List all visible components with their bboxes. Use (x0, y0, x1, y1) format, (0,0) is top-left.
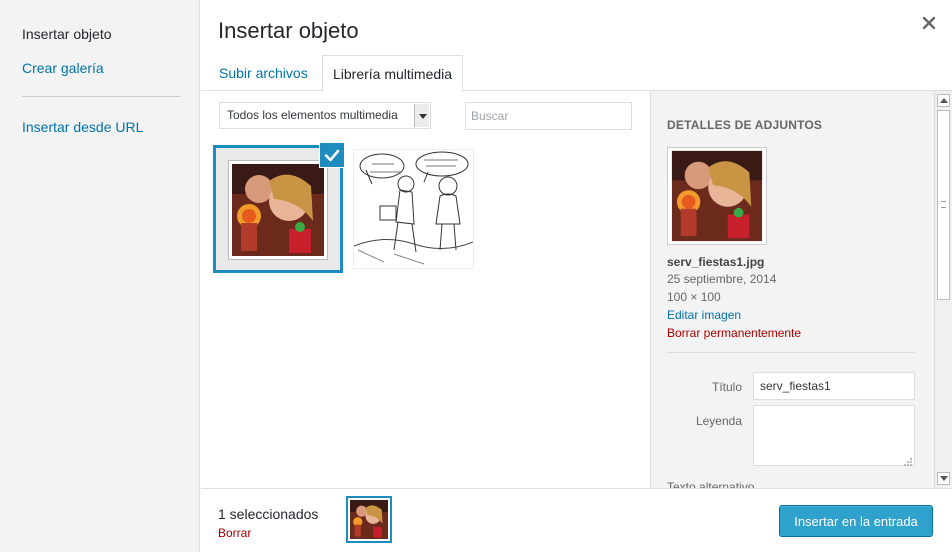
attachment-thumbnail[interactable] (353, 149, 474, 269)
attachment-filename: serv_fiestas1.jpg (667, 255, 765, 269)
media-footer: 1 seleccionados Borrar Insertar en la en… (201, 488, 952, 552)
sidebar-item-insert-media[interactable]: Insertar objeto (22, 25, 112, 43)
search-input[interactable] (465, 102, 632, 130)
caption-label: Leyenda (695, 414, 742, 428)
checkmark-icon (320, 143, 344, 167)
party-photo-image (228, 160, 328, 260)
clear-selection-link[interactable]: Borrar (218, 526, 251, 540)
attachment-dimensions: 100 × 100 (667, 290, 721, 304)
details-divider (667, 352, 915, 353)
deselect-checkbox[interactable] (319, 142, 345, 168)
selection-thumbnail[interactable] (346, 496, 392, 543)
title-field[interactable] (753, 372, 915, 400)
close-button[interactable] (920, 14, 938, 32)
edit-image-link[interactable]: Editar imagen (667, 308, 741, 322)
chevron-down-icon (414, 104, 429, 127)
details-heading: Detalles de adjuntos (667, 118, 823, 132)
resize-grip-icon[interactable] (903, 454, 913, 466)
attachment-preview-image (667, 147, 767, 245)
delete-permanently-link[interactable]: Borrar permanentemente (667, 326, 801, 340)
insert-into-post-button[interactable]: Insertar en la entrada (779, 505, 933, 537)
media-sidebar: Insertar objeto Crear galería Insertar d… (0, 0, 200, 552)
title-label: Título (711, 380, 742, 394)
filter-selected-value: Todos los elementos multimedia (227, 108, 398, 122)
sidebar-divider (22, 96, 180, 97)
alt-text-label: Texto alternativo (667, 480, 755, 488)
caption-field[interactable] (753, 405, 915, 466)
selection-count: 1 seleccionados (218, 506, 319, 522)
scrollbar-thumb[interactable] (937, 110, 950, 300)
tab-media-library[interactable]: Librería multimedia (322, 55, 464, 92)
details-scrollbar[interactable] (934, 91, 952, 488)
cartoon-drawing-image (353, 150, 474, 272)
close-icon (920, 14, 938, 32)
page-title: Insertar objeto (218, 18, 359, 43)
sidebar-item-create-gallery[interactable]: Crear galería (22, 59, 104, 77)
attachment-details-panel: Detalles de adjuntos serv_fiestas1.jpg 2… (650, 91, 934, 488)
tab-upload-files[interactable]: Subir archivos (209, 55, 318, 91)
scroll-up-arrow-icon[interactable] (937, 94, 950, 107)
scroll-down-arrow-icon[interactable] (937, 472, 950, 485)
attachment-date: 25 septiembre, 2014 (667, 272, 777, 286)
media-type-filter-select[interactable]: Todos los elementos multimedia (219, 102, 431, 129)
media-tabs: Subir archivos Librería multimedia (201, 55, 952, 92)
sidebar-item-insert-from-url[interactable]: Insertar desde URL (22, 118, 143, 136)
